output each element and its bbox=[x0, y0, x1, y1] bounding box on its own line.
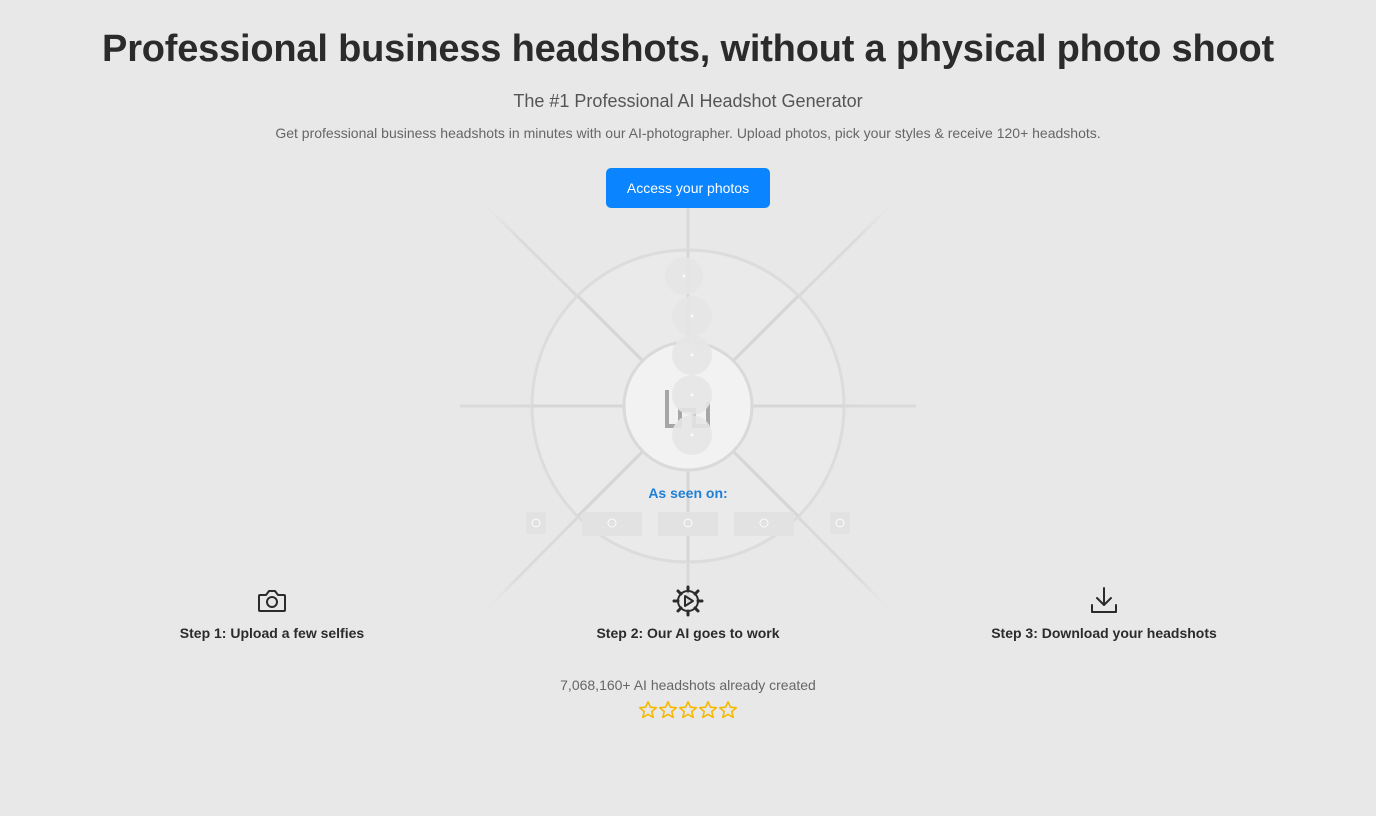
star-icon bbox=[638, 701, 658, 719]
step-3-label: Step 3: Download your headshots bbox=[991, 625, 1217, 641]
star-icon bbox=[658, 701, 678, 719]
camera-icon bbox=[258, 590, 286, 612]
access-photos-button[interactable]: Access your photos bbox=[606, 168, 770, 208]
loading-graphic bbox=[460, 188, 916, 628]
download-icon bbox=[1091, 587, 1117, 613]
step-2: Step 2: Our AI goes to work bbox=[508, 585, 868, 641]
star-icon bbox=[718, 701, 738, 719]
star-icon bbox=[698, 701, 718, 719]
press-logo-placeholders bbox=[526, 512, 850, 536]
headshots-counter: 7,068,160+ AI headshots already created bbox=[560, 677, 816, 693]
rating-stars bbox=[638, 700, 738, 720]
step-3: Step 3: Download your headshots bbox=[924, 585, 1284, 641]
page: Professional business headshots, without… bbox=[0, 0, 1376, 816]
as-seen-on-label: As seen on: bbox=[648, 485, 728, 501]
gear-play-icon bbox=[672, 585, 704, 617]
star-icon bbox=[678, 701, 698, 719]
step-2-label: Step 2: Our AI goes to work bbox=[596, 625, 780, 641]
step-1-label: Step 1: Upload a few selfies bbox=[179, 625, 365, 641]
step-1: Step 1: Upload a few selfies bbox=[92, 585, 452, 641]
